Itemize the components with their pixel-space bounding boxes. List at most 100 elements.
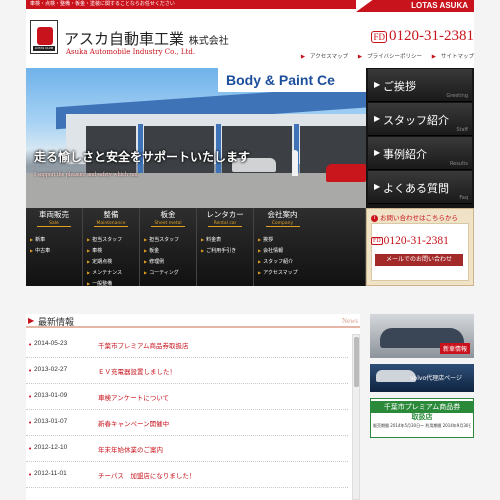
menu-sale: 車両販売 Sale ▶ 新車 ▶ 中古車 bbox=[26, 208, 83, 286]
arrow-icon: ▶ bbox=[28, 316, 35, 325]
menu-maintenance-header[interactable]: 整備 Maintenance bbox=[83, 208, 139, 230]
menu-item-label: 担当スタッフ bbox=[92, 237, 123, 243]
menu-item[interactable]: ▶ 車検 bbox=[87, 245, 139, 256]
tagline: 車検・点検・整備・板金・塗装に関することならお任せください bbox=[26, 0, 356, 9]
header-phone-number: 0120-31-2381 bbox=[389, 28, 474, 44]
news-scrollbar[interactable] bbox=[352, 334, 360, 500]
menu-item[interactable]: ▶ コーティング bbox=[144, 267, 196, 278]
menu-sale-header[interactable]: 車両販売 Sale bbox=[26, 208, 82, 230]
new-car-label: 新車情報 bbox=[439, 343, 470, 354]
ground bbox=[26, 173, 366, 208]
news-section: ▶ 最新情報 News • 2014-05-23 千葉市プレミアム商品券取扱店 • 2… bbox=[26, 314, 360, 500]
news-date: 2013-01-07 bbox=[34, 418, 68, 425]
lotas-brand-text: LOTAS ASUKA bbox=[411, 1, 468, 10]
mascot-icon bbox=[37, 27, 53, 45]
side-nav-label: スタッフ紹介 bbox=[383, 114, 449, 127]
freedial-icon: FD bbox=[371, 30, 387, 43]
news-link[interactable]: 千葉市プレミアム商品券取扱店 bbox=[98, 340, 189, 350]
menu-item-label: 中古車 bbox=[35, 248, 51, 254]
news-date: 2012-11-01 bbox=[34, 470, 67, 477]
news-link[interactable]: チーパス 加盟店になりました！ bbox=[98, 470, 195, 480]
menu-sheet-metal-header[interactable]: 板金 Sheet metal bbox=[140, 208, 196, 230]
news-link[interactable]: ＥＶ充電器設置しました！ bbox=[98, 366, 176, 376]
mail-contact-button[interactable]: メールでのお問い合わせ bbox=[375, 254, 463, 266]
menu-item[interactable]: ▶ 新車 bbox=[30, 234, 82, 245]
news-title: 最新情報 bbox=[38, 318, 75, 328]
menu-item[interactable]: ▶ 料金表 bbox=[201, 234, 253, 245]
menu-item[interactable]: ▶ 一般整備 bbox=[87, 278, 139, 289]
menu-item[interactable]: ▶ 中古車 bbox=[30, 245, 82, 256]
bullet-icon: • bbox=[28, 341, 33, 349]
side-nav-label: ご挨拶 bbox=[383, 80, 416, 93]
news-item[interactable]: • 2012-11-01 チーパス 加盟店になりました！ bbox=[26, 462, 348, 488]
menu-rental-car: レンタカー Rental car ▶ 料金表 ▶ ご利用手引き bbox=[197, 208, 254, 286]
news-item[interactable]: • 2013-01-07 新春キャンペーン開催中 bbox=[26, 410, 348, 436]
menu-item[interactable]: ▶ メンテナンス bbox=[87, 267, 139, 278]
logo-caption: LOTAS CLUB bbox=[33, 46, 55, 51]
menu-title-en: Maintenance bbox=[94, 221, 128, 227]
new-car-banner[interactable]: 新車情報 bbox=[370, 314, 474, 358]
arrow-icon: ▶ bbox=[357, 54, 363, 60]
lotas-club-logo[interactable]: LOTAS CLUB bbox=[30, 20, 58, 54]
side-nav-faq[interactable]: ▶ よくある質問 Faq bbox=[368, 171, 472, 204]
side-nav-greeting[interactable]: ▶ ご挨拶 Greeting bbox=[368, 69, 472, 102]
menu-item-label: 新車 bbox=[35, 237, 46, 243]
menu-item[interactable]: ▶ 修理例 bbox=[144, 256, 196, 267]
menu-title-en: Sheet metal bbox=[151, 221, 185, 227]
car-image bbox=[326, 164, 366, 182]
menu-item[interactable]: ▶ 担当スタッフ bbox=[144, 234, 196, 245]
menu-item[interactable]: ▶ 挨拶 bbox=[258, 234, 365, 245]
arrow-icon: ▶ bbox=[431, 54, 436, 60]
menu-item[interactable]: ▶ アクセスマップ bbox=[258, 267, 365, 278]
side-nav-label: 事例紹介 bbox=[383, 148, 427, 161]
menu-rental-car-header[interactable]: レンタカー Rental car bbox=[197, 208, 253, 230]
hero: Body & Paint Ce 走る愉しさと安全をサポートいたします I sup… bbox=[26, 68, 474, 208]
contact-panel bbox=[371, 223, 469, 281]
company-name[interactable]: アスカ自動車工業 株式会社 bbox=[64, 28, 229, 49]
news-link[interactable]: 車検アンケートについて bbox=[98, 392, 169, 402]
news-item[interactable]: • 2014-05-23 千葉市プレミアム商品券取扱店 bbox=[26, 332, 348, 358]
menu-item[interactable]: ▶ ご利用手引き bbox=[201, 245, 253, 256]
premium-note: 販売期間 2014年5月30日～ 利用期間 2014年9月30日まで bbox=[373, 423, 471, 428]
link-privacy-policy[interactable]: ▶ プライバシーポリシー bbox=[354, 54, 422, 60]
scrollbar-thumb[interactable] bbox=[354, 337, 359, 387]
bullet-icon: • bbox=[28, 445, 33, 453]
link-sitemap[interactable]: ▶ サイトマップ bbox=[428, 54, 474, 60]
header-phone[interactable]: FD 0120-31-2381 bbox=[371, 28, 474, 45]
bullet-icon: • bbox=[28, 393, 33, 401]
side-nav-staff[interactable]: ▶ スタッフ紹介 Staff bbox=[368, 103, 472, 136]
news-date: 2012-12-10 bbox=[34, 444, 68, 451]
news-item[interactable]: • 2013-01-09 車検アンケートについて bbox=[26, 384, 348, 410]
page: 車検・点検・整備・板金・塗装に関することならお任せください LOTAS ASUK… bbox=[0, 0, 500, 500]
menu-maintenance: 整備 Maintenance ▶ 担当スタッフ ▶ 車検 ▶ 定期点検 ▶ メンテナンス… bbox=[83, 208, 140, 289]
menu-item[interactable]: ▶ スタッフ紹介 bbox=[258, 256, 365, 267]
menu-item-label: スタッフ紹介 bbox=[263, 259, 294, 265]
contact-phone[interactable]: FD 0120-31-2381 bbox=[371, 235, 449, 247]
menu-company-header[interactable]: 会社案内 Company bbox=[254, 208, 311, 230]
menu-item[interactable]: ▶ 会社情報 bbox=[258, 245, 365, 256]
menu-item-label: メンテナンス bbox=[92, 270, 122, 276]
side-nav-results[interactable]: ▶ 事例紹介 Results bbox=[368, 137, 472, 170]
volvo-banner[interactable]: volvo代理店ページ bbox=[370, 364, 474, 392]
menu-item-label: 料金表 bbox=[206, 237, 222, 243]
link-access-map-label: アクセスマップ bbox=[310, 54, 349, 60]
menu-item-label: 車検 bbox=[92, 248, 103, 254]
news-item[interactable]: • 2013-02-27 ＥＶ充電器設置しました！ bbox=[26, 358, 348, 384]
menu-item-label: 一般整備 bbox=[92, 281, 113, 287]
menu-title: 会社案内 bbox=[267, 210, 298, 219]
menu-item[interactable]: ▶ 定期点検 bbox=[87, 256, 139, 267]
menu-item-label: コーティング bbox=[149, 270, 179, 276]
side-nav-en: Greeting bbox=[446, 93, 468, 99]
side-nav: ▶ ご挨拶 Greeting ▶ スタッフ紹介 Staff ▶ 事例紹介 Res… bbox=[366, 68, 474, 208]
news-link[interactable]: 年末年始休業のご案内 bbox=[98, 444, 163, 454]
link-access-map[interactable]: ▶ アクセスマップ bbox=[297, 54, 348, 60]
premium-voucher-banner[interactable]: 千葉市プレミアム商品券 取扱店 販売期間 2014年5月30日～ 利用期間 20… bbox=[370, 398, 474, 438]
news-list: • 2014-05-23 千葉市プレミアム商品券取扱店 • 2013-02-27 ＥＶ充… bbox=[26, 332, 348, 500]
news-link[interactable]: 新春キャンペーン開催中 bbox=[98, 418, 169, 428]
news-item[interactable]: • 2012-12-10 年末年始休業のご案内 bbox=[26, 436, 348, 462]
menu-item[interactable]: ▶ 板金 bbox=[144, 245, 196, 256]
menu-company: 会社案内 Company ▶ 挨拶 ▶ 会社情報 ▶ スタッフ紹介 ▶ アクセスマップ bbox=[254, 208, 366, 286]
menu-item[interactable]: ▶ 担当スタッフ bbox=[87, 234, 139, 245]
contact-phone-number: 0120-31-2381 bbox=[383, 235, 449, 247]
lotas-logo[interactable]: LOTAS ASUKA bbox=[356, 0, 474, 14]
